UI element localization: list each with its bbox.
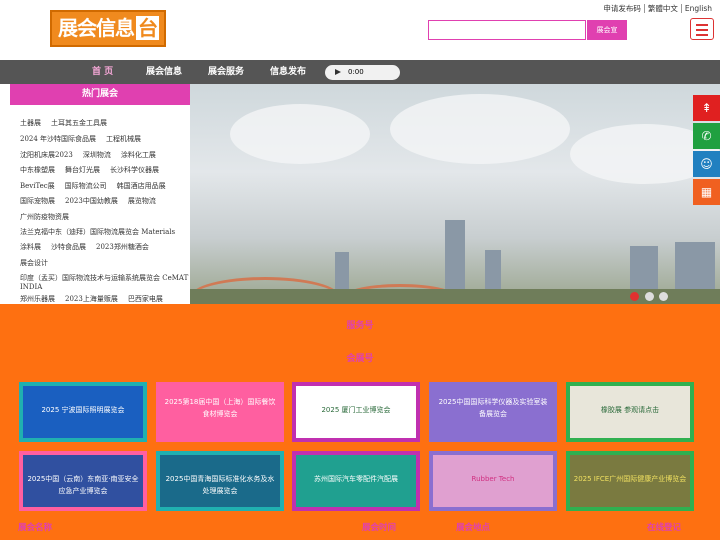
exhibition-card-text: 2025 宁波国际照明展览会 (23, 386, 143, 438)
audio-time: 0:00 (348, 68, 364, 76)
qrcode-icon[interactable]: ▦ (693, 179, 720, 205)
exhibit-title: 会展号 (346, 354, 374, 364)
exhibition-card-text: 2025第18届中国（上海）国际餐饮食材博览会 (160, 386, 280, 438)
search-button[interactable]: 展会宣 (587, 20, 627, 40)
header: 展会信息台 申请发布码 繁體中文 English 展会宣 (0, 0, 720, 60)
hot-exhibition-link[interactable]: 涂料化工展 (121, 151, 156, 159)
exhibition-card[interactable]: 苏州国际汽车零配件汽配展 (292, 451, 420, 511)
exhibition-card-text: 2025中国（云南）东南亚·南亚安全应急产业博览会 (23, 455, 143, 507)
hot-row: 印度（孟买）国际物流技术与运输系统展览会 CeMAT (20, 273, 198, 283)
top-links: 申请发布码 繁體中文 English (600, 3, 715, 14)
footer-exhibit-name[interactable]: 展会名称 (18, 521, 52, 533)
qq-icon[interactable]: ☺ (693, 151, 720, 177)
exhibition-card[interactable]: 2025中国青海国际标准化水务及水处理展览会 (156, 451, 284, 511)
hot-exhibition-link[interactable]: INDIA (20, 283, 42, 291)
exhibition-card[interactable]: 2025 IFCE广州国际健康产业博览会 (566, 451, 694, 511)
hot-exhibition-link[interactable]: 巴西家电展 (128, 295, 163, 303)
hot-exhibition-link[interactable]: 郑州乐器展 (20, 295, 55, 303)
hot-row: 法兰克福中东（迪拜）国际物流展览会 Materials (20, 227, 185, 237)
hot-row: INDIA (20, 283, 52, 291)
hot-exhibition-link[interactable]: 展会设计 (20, 259, 48, 267)
phone-icon[interactable]: ✆ (693, 123, 720, 149)
hot-exhibition-link[interactable]: 深圳物流 (83, 151, 111, 159)
slide-dot-2[interactable] (645, 292, 654, 301)
nav-exhibition-service[interactable]: 展会服务 (208, 60, 244, 84)
hot-exhibition-link[interactable]: 广州防疫物资展 (20, 213, 69, 221)
hot-exhibition-link[interactable]: 涂料展 (20, 243, 41, 251)
exhibition-card-text: Rubber Tech (433, 455, 553, 507)
nav-info-publish[interactable]: 信息发布 (270, 60, 306, 84)
hot-row: 土器展 土耳其五金工具展 (20, 118, 117, 128)
footer-exhibit-location[interactable]: 展会地点 (456, 521, 490, 533)
hot-exhibition-link[interactable]: 展览物流 (128, 197, 156, 205)
hot-exhibition-link[interactable]: 沈阳机床展2023 (20, 151, 73, 159)
search-input[interactable] (428, 20, 586, 40)
exhibition-card-text: 2025 厦门工业博览会 (296, 386, 416, 438)
hot-exhibition-link[interactable]: 2023郑州糖酒会 (96, 243, 149, 251)
hero-banner (190, 84, 720, 304)
slide-dot-3[interactable] (659, 292, 668, 301)
traditional-chinese-link[interactable]: 繁體中文 (643, 4, 681, 13)
hot-row: 涂料展 沙特食品展 2023郑州糖酒会 (20, 242, 159, 252)
apply-publish-link[interactable]: 申请发布码 (600, 4, 644, 13)
footer-exhibit-time[interactable]: 展会时间 (362, 521, 396, 533)
english-link[interactable]: English (680, 4, 715, 13)
top-icon[interactable]: ⇞ (693, 95, 720, 121)
hot-row: 郑州乐器展 2023上海量贩展 巴西家电展 (20, 294, 173, 304)
hot-row: 展会设计 (20, 258, 58, 268)
exhibition-card-text: 橡胶展 参观请点击 (570, 386, 690, 438)
hot-exhibition-link[interactable]: 2023中国幼教展 (65, 197, 118, 205)
hot-row: 广州防疫物资展 (20, 212, 79, 222)
hot-exhibition-link[interactable]: 国际宠物展 (20, 197, 55, 205)
hot-exhibitions-panel: 热门展会 土器展 土耳其五金工具展 2024 年沙特国际食品展 工程机械展沈阳机床展2… (10, 84, 190, 304)
slide-dot-1[interactable] (630, 292, 639, 301)
hot-exhibition-link[interactable]: 韩国酒店用品展 (117, 182, 166, 190)
nav-exhibition-info[interactable]: 展会信息 (146, 60, 182, 84)
exhibition-card[interactable]: 2025中国（云南）东南亚·南亚安全应急产业博览会 (19, 451, 147, 511)
exhibition-card[interactable]: Rubber Tech (429, 451, 557, 511)
hot-exhibition-link[interactable]: 国际物流公司 (65, 182, 107, 190)
play-icon[interactable] (335, 69, 341, 75)
exhibition-card[interactable]: 2025第18届中国（上海）国际餐饮食材博览会 (156, 382, 284, 442)
hot-row: 沈阳机床展2023 深圳物流 涂料化工展 (20, 150, 166, 160)
hot-exhibition-link[interactable]: 中东橡塑展 (20, 166, 55, 174)
exhibition-card-text: 2025中国国际科学仪器及实验室装备展览会 (433, 386, 553, 438)
exhibition-card[interactable]: 2025 宁波国际照明展览会 (19, 382, 147, 442)
hot-exhibitions-title: 热门展会 (10, 84, 190, 105)
hot-exhibition-link[interactable]: 法兰克福中东（迪拜）国际物流展览会 Materials (20, 228, 175, 236)
exhibition-card-text: 苏州国际汽车零配件汽配展 (296, 455, 416, 507)
footer-online-register[interactable]: 在线登记 (647, 521, 681, 533)
hot-exhibition-link[interactable]: 2023上海量贩展 (65, 295, 118, 303)
hot-exhibition-link[interactable]: 土器展 (20, 119, 41, 127)
side-toolbar: ⇞ ✆ ☺ ▦ (693, 95, 720, 207)
site-logo[interactable]: 展会信息台 (50, 10, 166, 47)
service-title: 服务号 (346, 321, 374, 331)
hot-exhibition-link[interactable]: BeviTec展 (20, 182, 55, 190)
hot-exhibition-link[interactable]: 工程机械展 (106, 135, 141, 143)
hot-row: 2024 年沙特国际食品展 工程机械展 (20, 134, 151, 144)
hot-row: BeviTec展 国际物流公司 韩国酒店用品展 (20, 181, 176, 191)
exhibition-card-text: 2025中国青海国际标准化水务及水处理展览会 (160, 455, 280, 507)
hot-exhibition-link[interactable]: 2024 年沙特国际食品展 (20, 135, 96, 143)
audio-player[interactable]: 0:00 (325, 65, 400, 80)
exhibition-card[interactable]: 2025 厦门工业博览会 (292, 382, 420, 442)
hot-exhibition-link[interactable]: 长沙科学仪器展 (110, 166, 159, 174)
hamburger-menu-icon[interactable] (690, 18, 714, 40)
hot-exhibition-link[interactable]: 印度（孟买）国际物流技术与运输系统展览会 CeMAT (20, 274, 188, 282)
nav-home[interactable]: 首 页 (92, 60, 113, 84)
hot-exhibition-link[interactable]: 土耳其五金工具展 (51, 119, 107, 127)
hot-row: 中东橡塑展 舞台灯光展 长沙科学仪器展 (20, 165, 169, 175)
exhibition-card-text: 2025 IFCE广州国际健康产业博览会 (570, 455, 690, 507)
hot-row: 国际宠物展 2023中国幼教展 展览物流 (20, 196, 166, 206)
exhibition-card[interactable]: 橡胶展 参观请点击 (566, 382, 694, 442)
hot-exhibition-link[interactable]: 沙特食品展 (51, 243, 86, 251)
exhibition-card[interactable]: 2025中国国际科学仪器及实验室装备展览会 (429, 382, 557, 442)
hot-exhibition-link[interactable]: 舞台灯光展 (65, 166, 100, 174)
